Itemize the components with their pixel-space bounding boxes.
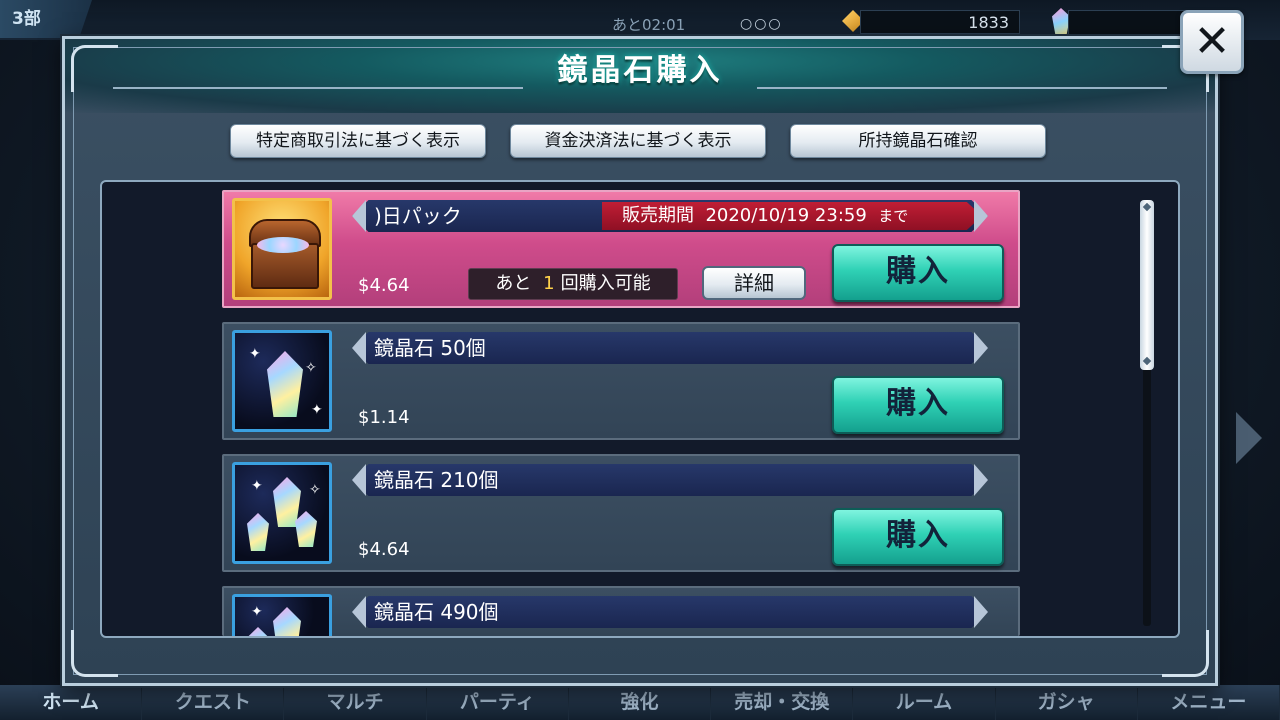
purchase-limit-badge: あと 1 回購入可能 (468, 268, 678, 300)
chevron-right-icon (972, 332, 988, 364)
crystal-icon: ✦ ✧ ✦ (232, 330, 332, 432)
product-name: 鏡晶石 490個 (374, 600, 499, 624)
buy-button[interactable]: 購入 (832, 376, 1004, 434)
product-item-50: ✦ ✧ ✦ 鏡晶石 50個 $1.14 購入 (222, 322, 1020, 440)
nav-item-multi[interactable]: マルチ (284, 685, 427, 720)
close-button[interactable]: ✕ (1180, 10, 1244, 74)
stamina-timer: あと02:01 (612, 16, 686, 34)
buy-button[interactable]: 購入 (832, 508, 1004, 566)
nav-item-party[interactable]: パーティ (427, 685, 569, 720)
crystal-cluster-icon: ✦ ✧ (232, 462, 332, 564)
sale-period: 販売期間 2020/10/19 23:59 まで (622, 205, 909, 226)
chevron-left-icon (352, 200, 368, 232)
nav-item-room[interactable]: ルーム (853, 685, 996, 720)
chevron-left-icon (352, 464, 368, 496)
nav-item-menu[interactable]: メニュー (1138, 685, 1280, 720)
chevron-right-icon (1236, 412, 1262, 464)
product-price: $4.64 (358, 539, 410, 560)
product-name: 鏡晶石 210個 (374, 468, 499, 492)
details-button[interactable]: 詳細 (702, 266, 806, 300)
chapter-badge: 3部 (0, 0, 92, 38)
bottom-nav: ホーム クエスト マルチ パーティ 強化 売却・交換 ルーム ガシャ メニュー (0, 685, 1280, 720)
buy-button[interactable]: 購入 (832, 244, 1004, 302)
crystal-cluster-icon: ✦ (232, 594, 332, 636)
dialog-title: 鏡晶石購入 (557, 53, 723, 88)
close-icon: ✕ (1193, 16, 1231, 67)
gem-counter: 1833 (860, 10, 1020, 34)
chevron-left-icon (352, 596, 368, 628)
product-item-210: ✦ ✧ 鏡晶石 210個 $4.64 購入 (222, 454, 1020, 572)
nav-item-enhance[interactable]: 強化 (569, 685, 712, 720)
payment-law-button[interactable]: 資金決済法に基づく表示 (510, 124, 766, 158)
commercial-law-button[interactable]: 特定商取引法に基づく表示 (230, 124, 486, 158)
nav-item-sell-exchange[interactable]: 売却・交換 (711, 685, 854, 720)
product-item-pack: )日パック 販売期間 2020/10/19 23:59 まで $4.64 あと … (222, 190, 1020, 308)
product-item-490: ✦ 鏡晶石 490個 (222, 586, 1020, 636)
corner-ornament (71, 45, 118, 92)
stamina-dots: ○○○ (740, 16, 783, 32)
chevron-right-icon (972, 464, 988, 496)
treasure-chest-icon (232, 198, 332, 300)
product-price: $4.64 (358, 275, 410, 296)
nav-item-home[interactable]: ホーム (0, 685, 143, 720)
product-name: )日パック (374, 204, 462, 228)
product-name: 鏡晶石 50個 (374, 336, 486, 360)
scrollbar-thumb[interactable] (1140, 200, 1154, 370)
nav-item-quest[interactable]: クエスト (142, 685, 285, 720)
owned-crystals-button[interactable]: 所持鏡晶石確認 (790, 124, 1046, 158)
product-price: $1.14 (358, 407, 410, 428)
chevron-right-icon (972, 596, 988, 628)
chevron-left-icon (352, 332, 368, 364)
chevron-right-icon (972, 200, 988, 232)
nav-item-gacha[interactable]: ガシャ (996, 685, 1138, 720)
